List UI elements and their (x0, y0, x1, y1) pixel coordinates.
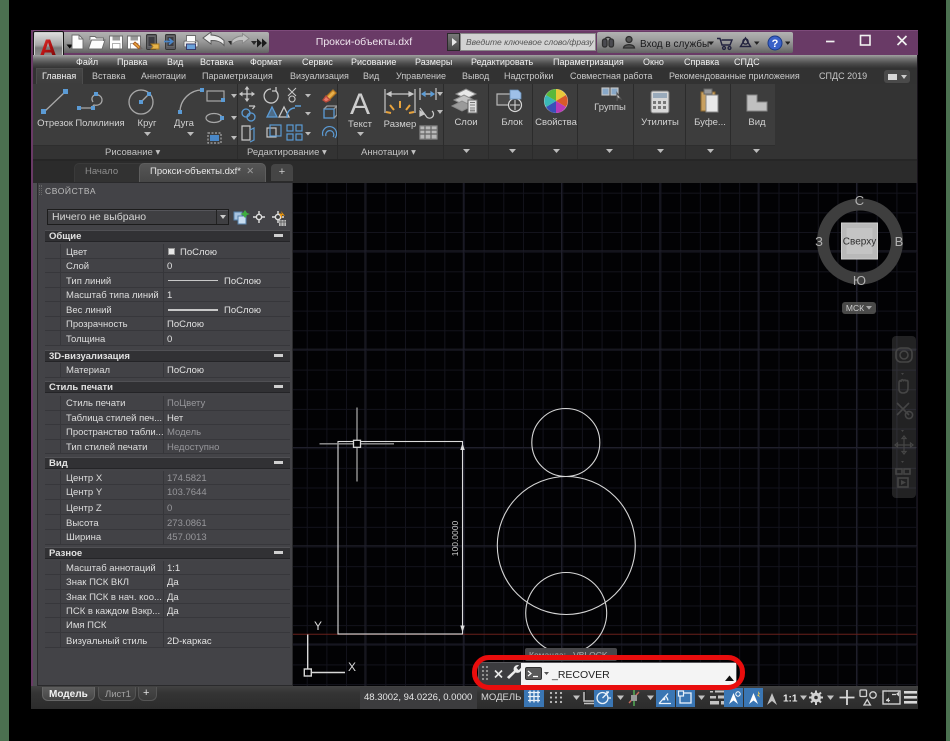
svg-text:Слои: Слои (454, 117, 477, 128)
svg-text:Буфе...: Буфе... (694, 117, 726, 128)
svg-text:100.0000: 100.0000 (450, 521, 460, 557)
svg-text:?: ? (772, 38, 779, 50)
svg-text:Y: Y (314, 619, 322, 633)
svg-text:Полилиния: Полилиния (75, 118, 124, 129)
svg-text:Вход в службы: Вход в службы (640, 38, 709, 50)
svg-text:Размер: Размер (384, 119, 417, 130)
svg-text:Отрезок: Отрезок (37, 118, 74, 129)
svg-text:Дуга: Дуга (174, 118, 195, 129)
svg-text:Блок: Блок (501, 117, 523, 128)
svg-text:Группы: Группы (594, 102, 626, 113)
svg-text:В: В (895, 234, 904, 249)
svg-text:Текст: Текст (348, 119, 373, 130)
svg-text:1:1: 1:1 (783, 694, 798, 705)
svg-text:Сверху: Сверху (843, 237, 876, 248)
svg-text:Свойства: Свойства (535, 117, 577, 128)
svg-text:X: X (348, 660, 356, 674)
svg-text:С: С (855, 193, 864, 208)
svg-text:A: A (350, 88, 370, 121)
svg-text:Утилиты: Утилиты (641, 117, 679, 128)
svg-text:Вид: Вид (748, 117, 766, 128)
svg-text:Круг: Круг (138, 118, 157, 129)
svg-text:Ю: Ю (853, 273, 866, 288)
svg-text:МСК: МСК (846, 303, 864, 313)
svg-text:З: З (815, 234, 823, 249)
